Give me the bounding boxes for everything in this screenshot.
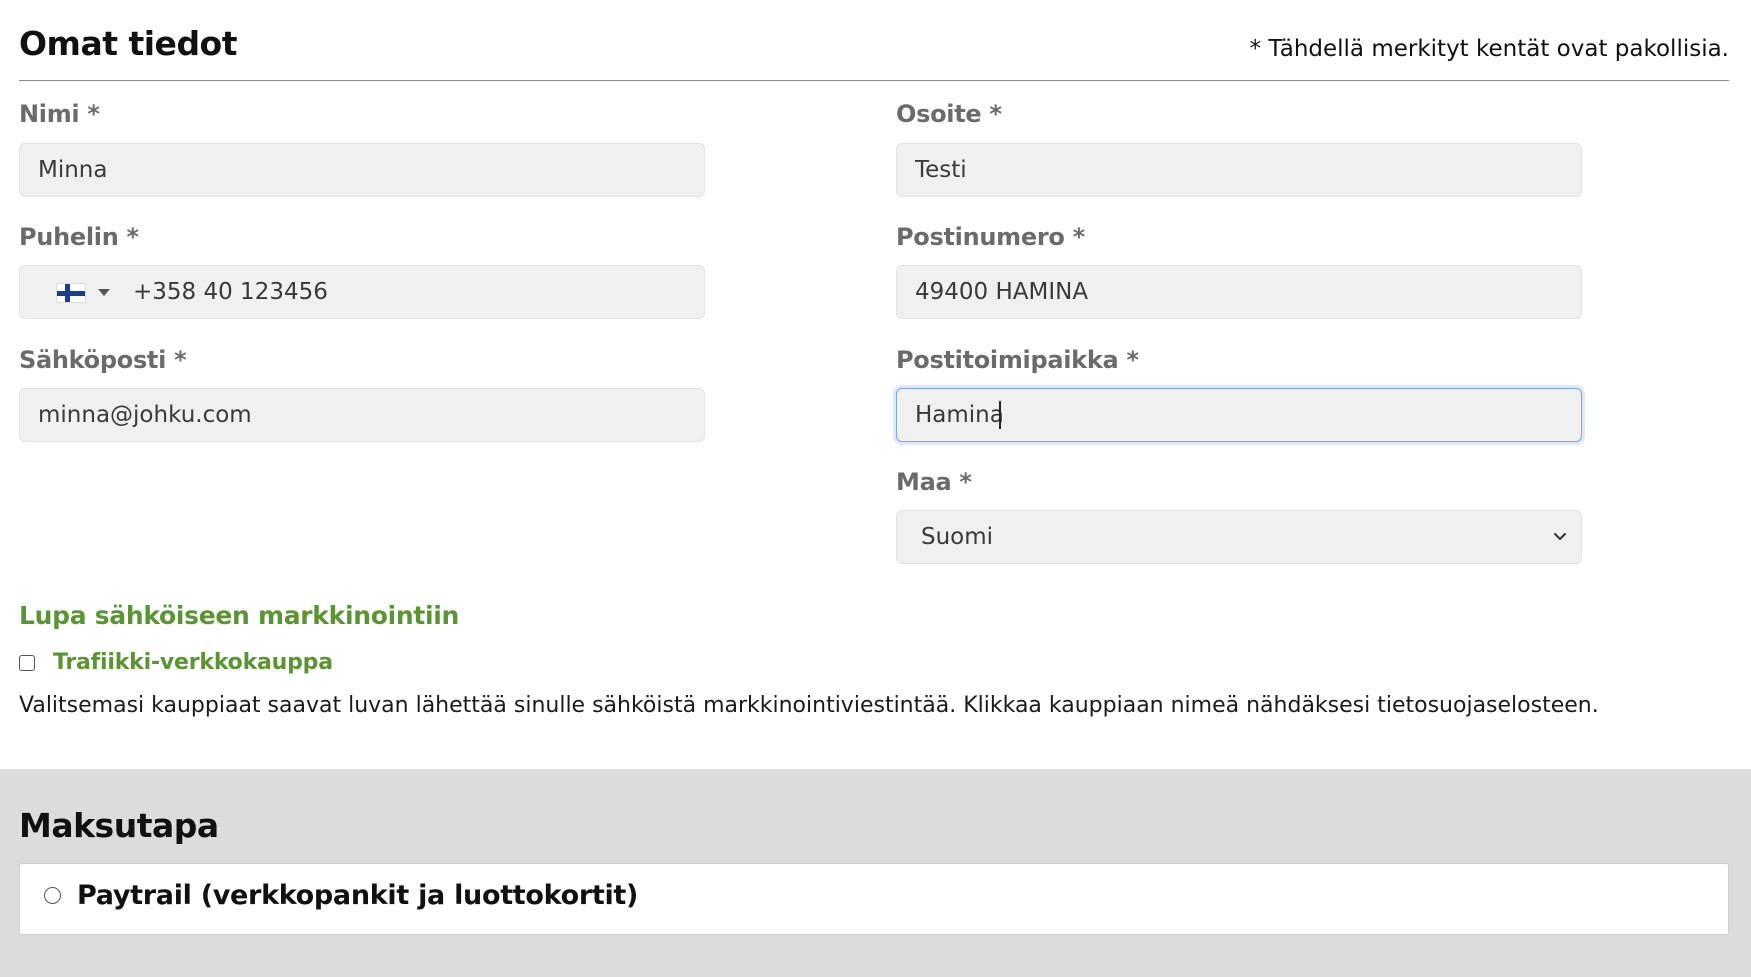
- payment-option-paytrail[interactable]: Paytrail (verkkopankit ja luottokortit): [19, 863, 1729, 935]
- required-fields-note: * Tähdellä merkityt kentät ovat pakollis…: [1249, 36, 1729, 62]
- marketing-consent-title: Lupa sähköiseen markkinointiin: [19, 601, 460, 630]
- postal-code-input[interactable]: [896, 265, 1582, 319]
- marketing-checkbox-label[interactable]: Trafiikki-verkkokauppa: [53, 650, 333, 675]
- chevron-down-icon: [1554, 533, 1566, 540]
- country-label: Maa *: [896, 468, 972, 496]
- country-select[interactable]: Suomi: [896, 510, 1582, 564]
- marketing-description: Valitsemasi kauppiaat saavat luvan lähet…: [19, 693, 1599, 718]
- text-caret: [999, 401, 1001, 429]
- name-input[interactable]: [19, 143, 705, 197]
- finland-flag-icon[interactable]: [56, 283, 86, 303]
- marketing-checkbox[interactable]: [19, 655, 35, 671]
- payment-title: Maksutapa: [19, 806, 219, 845]
- personal-info-header: Omat tiedot * Tähdellä merkityt kentät o…: [19, 22, 1729, 81]
- address-label: Osoite *: [896, 100, 1002, 128]
- section-title: Omat tiedot: [19, 24, 238, 63]
- country-selected-value: Suomi: [921, 524, 994, 550]
- address-input[interactable]: [896, 143, 1582, 197]
- payment-radio[interactable]: [44, 887, 61, 904]
- email-input[interactable]: [19, 388, 705, 442]
- phone-label: Puhelin *: [19, 223, 139, 251]
- chevron-down-icon[interactable]: [98, 289, 110, 296]
- phone-value: +358 40 123456: [133, 279, 328, 305]
- postal-code-label: Postinumero *: [896, 223, 1085, 251]
- payment-option-label[interactable]: Paytrail (verkkopankit ja luottokortit): [77, 880, 638, 911]
- city-label: Postitoimipaikka *: [896, 346, 1139, 374]
- phone-input[interactable]: +358 40 123456: [19, 265, 705, 319]
- email-label: Sähköposti *: [19, 346, 187, 374]
- name-label: Nimi *: [19, 100, 100, 128]
- payment-section: Maksutapa Paytrail (verkkopankit ja luot…: [0, 769, 1751, 977]
